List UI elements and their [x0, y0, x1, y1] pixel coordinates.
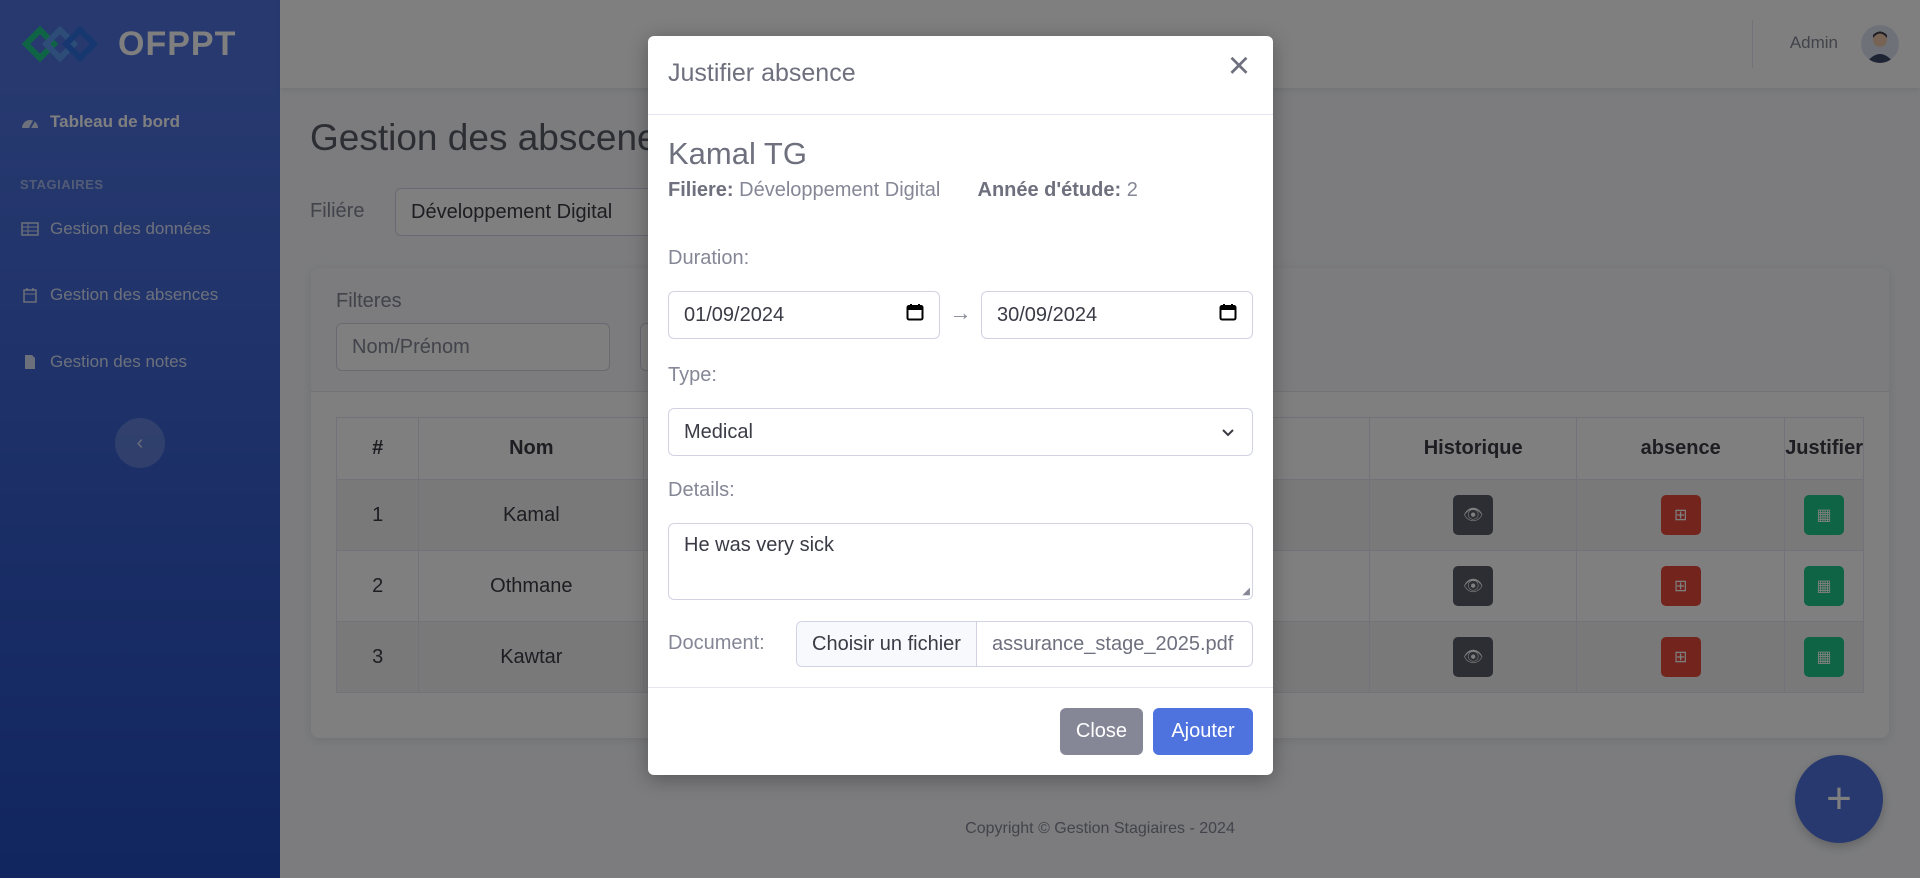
file-name: assurance_stage_2025.pdf — [992, 632, 1234, 655]
type-select-value: Medical — [684, 421, 753, 443]
details-value: He was very sick — [684, 534, 835, 556]
document-file-input[interactable]: Choisir un fichier assurance_stage_2025.… — [796, 621, 1253, 667]
close-button[interactable]: Close — [1060, 708, 1143, 755]
close-icon[interactable]: × — [1223, 47, 1255, 85]
student-info: Filiere: Développement Digital Année d'é… — [668, 179, 1138, 202]
student-name: Kamal TG — [668, 136, 807, 171]
ajouter-button[interactable]: Ajouter — [1153, 708, 1253, 755]
annee-key: Année d'étude: — [977, 179, 1122, 201]
modal-header: Justifier absence × — [648, 36, 1273, 115]
arrow-right-icon: → — [949, 300, 972, 325]
type-select[interactable]: Medical — [668, 408, 1253, 456]
chevron-down-icon — [1220, 423, 1236, 446]
date-from-input[interactable]: 01/09/2024 — [668, 291, 940, 339]
filiere-key: Filiere: — [668, 179, 734, 201]
duration-label: Duration: — [668, 247, 750, 269]
calendar-icon[interactable] — [906, 303, 924, 327]
modal-footer: Close Ajouter — [648, 687, 1273, 775]
date-from-value: 01/09/2024 — [684, 303, 785, 326]
details-label: Details: — [668, 479, 735, 501]
date-to-value: 30/09/2024 — [997, 303, 1098, 326]
filiere-value: Développement Digital — [739, 179, 941, 201]
details-textarea[interactable]: He was very sick ◢ — [668, 523, 1253, 600]
type-label: Type: — [668, 364, 717, 386]
annee-value: 2 — [1126, 179, 1138, 201]
choose-file-button[interactable]: Choisir un fichier — [797, 622, 977, 666]
calendar-icon[interactable] — [1219, 303, 1237, 327]
justifier-absence-modal: Justifier absence × Kamal TG Filiere: Dé… — [648, 36, 1273, 775]
document-label: Document: — [668, 632, 765, 654]
date-to-input[interactable]: 30/09/2024 — [981, 291, 1253, 339]
modal-title: Justifier absence — [668, 59, 856, 87]
resize-handle-icon[interactable]: ◢ — [1242, 586, 1250, 597]
